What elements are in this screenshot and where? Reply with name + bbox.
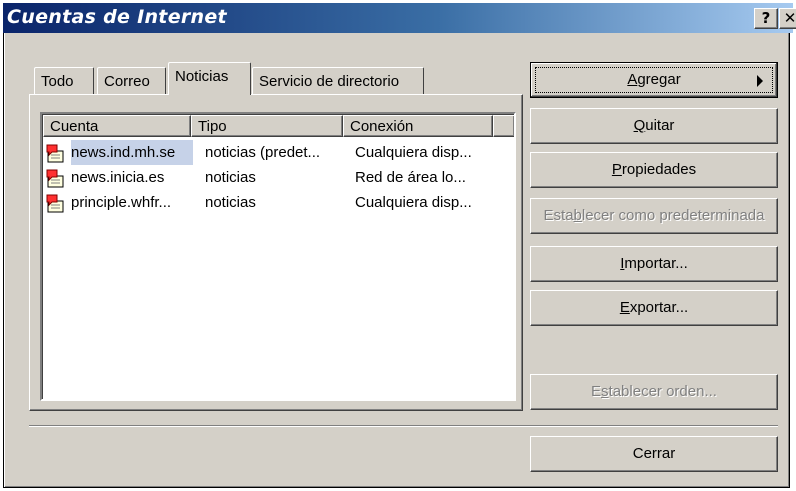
exportar-label-key: E (619, 299, 630, 316)
window-title: Cuentas de Internet (7, 6, 227, 28)
tab-servicio-label: Servicio de directorio (259, 73, 400, 90)
cell-tipo: noticias (205, 194, 256, 211)
accounts-list[interactable]: Cuenta Tipo Conexión news.ind.mh.se noti… (40, 112, 516, 401)
orden-label-pre: E (591, 383, 602, 400)
orden-label-key: s (601, 383, 609, 400)
cell-conexion: Red de área lo... (355, 169, 466, 186)
close-button[interactable]: ✕ (779, 8, 796, 29)
tab-noticias[interactable]: Noticias (168, 62, 251, 95)
importar-button[interactable]: Importar... (530, 246, 778, 282)
agregar-button[interactable]: Agregar (530, 62, 778, 98)
cell-conexion: Cualquiera disp... (355, 144, 472, 161)
establecer-predeterminada-button[interactable]: Establecer como predeterminada (530, 198, 778, 234)
cell-cuenta: principle.whfr... (71, 194, 172, 211)
focus-rectangle (535, 67, 773, 93)
news-account-icon (46, 144, 64, 163)
cell-tipo: noticias (predet... (205, 144, 321, 161)
news-account-icon (46, 194, 64, 213)
column-header-filler (493, 115, 514, 137)
column-header-cuenta[interactable]: Cuenta (43, 115, 191, 137)
exportar-label-post: xportar... (629, 299, 689, 316)
predeterminada-label-pre: Esta (543, 207, 574, 224)
title-bar[interactable]: Cuentas de Internet ? ✕ (3, 3, 796, 33)
list-header: Cuenta Tipo Conexión (43, 115, 514, 137)
news-account-icon (46, 169, 64, 188)
importar-label-post: mportar... (624, 255, 688, 272)
help-button[interactable]: ? (754, 8, 778, 29)
cell-tipo: noticias (205, 169, 256, 186)
cell-cuenta: news.ind.mh.se (71, 140, 193, 165)
tab-servicio-de-directorio[interactable]: Servicio de directorio (252, 67, 424, 95)
tab-correo[interactable]: Correo (97, 67, 166, 95)
column-header-tipo[interactable]: Tipo (191, 115, 343, 137)
quitar-label-key: Q (633, 117, 646, 134)
predeterminada-label-post: lecer como predeterminada (581, 207, 765, 224)
quitar-label-post: uitar (645, 117, 675, 134)
quitar-button[interactable]: Quitar (530, 108, 778, 144)
predeterminada-label-key: b (573, 207, 582, 224)
list-item[interactable]: principle.whfr... noticias Cualquiera di… (43, 190, 513, 215)
exportar-button[interactable]: Exportar... (530, 290, 778, 326)
tab-correo-label: Correo (104, 73, 150, 90)
tab-todo-label: Todo (41, 73, 74, 90)
orden-label-post: tablecer orden... (608, 383, 717, 400)
cell-cuenta: news.inicia.es (71, 169, 165, 186)
cell-conexion: Cualquiera disp... (355, 194, 472, 211)
propiedades-label-post: ropiedades (621, 161, 697, 178)
column-header-conexion[interactable]: Conexión (343, 115, 493, 137)
list-item[interactable]: news.ind.mh.se noticias (predet... Cualq… (43, 140, 513, 165)
divider (29, 425, 778, 427)
tab-noticias-label: Noticias (175, 68, 229, 85)
tab-todo[interactable]: Todo (34, 67, 94, 95)
propiedades-button[interactable]: Propiedades (530, 152, 778, 188)
propiedades-label-key: P (611, 161, 622, 178)
list-item[interactable]: news.inicia.es noticias Red de área lo..… (43, 165, 513, 190)
cerrar-button[interactable]: Cerrar (530, 436, 778, 472)
submenu-arrow-icon (757, 75, 763, 87)
establecer-orden-button[interactable]: Establecer orden... (530, 374, 778, 410)
